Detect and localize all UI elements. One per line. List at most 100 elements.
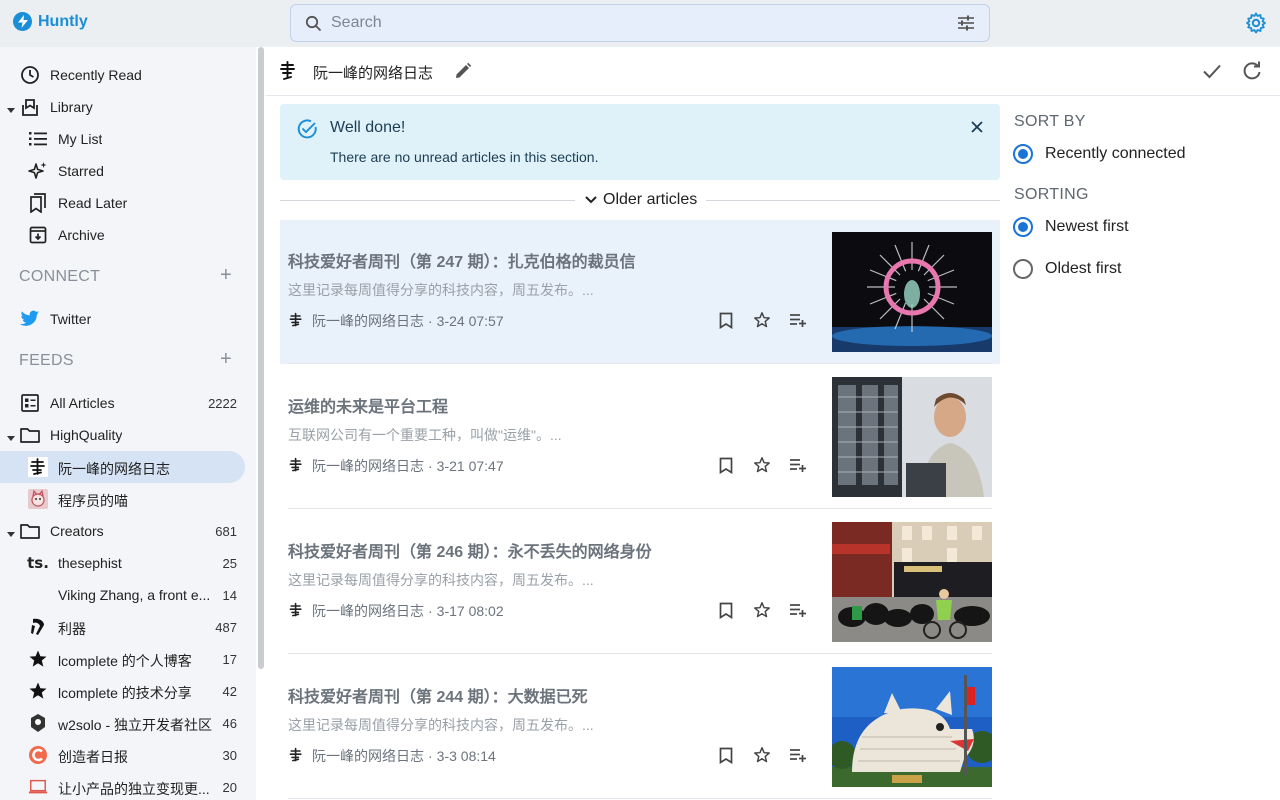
add-connect-button[interactable]: + xyxy=(220,264,232,287)
ruanyifeng-favicon-icon xyxy=(28,457,48,477)
add-to-list-icon[interactable] xyxy=(788,455,808,475)
feed-item-lcomplete-tech[interactable]: lcomplete 的技术分享 42 xyxy=(0,675,256,707)
article-title[interactable]: 科技爱好者周刊（第 247 期）：扎克伯格的裁员信 xyxy=(288,248,636,272)
sort-option-label: Oldest first xyxy=(1045,260,1122,277)
sidebar-item-read-later[interactable]: Read Later xyxy=(0,187,256,219)
sidebar-item-label: lcomplete 的技术分享 xyxy=(58,685,192,701)
article-thumbnail[interactable] xyxy=(832,377,992,497)
caret-down-icon[interactable] xyxy=(6,430,16,441)
folder-highquality[interactable]: HighQuality xyxy=(0,419,256,451)
sidebar-item-library[interactable]: Library xyxy=(0,91,256,123)
article-card[interactable]: 科技爱好者周刊（第 244 期）：大数据已死 这里记录每周值得分享的科技内容，周… xyxy=(280,655,1000,799)
article-title[interactable]: 科技爱好者周刊（第 246 期）：永不丢失的网络身份 xyxy=(288,538,652,562)
star-icon[interactable] xyxy=(752,600,772,620)
sidebar-item-label: Read Later xyxy=(58,195,128,211)
feed-item-programmer-cat[interactable]: 程序员的喵 xyxy=(0,483,256,515)
feed-item-thesephist[interactable]: ts. thesephist 25 xyxy=(0,547,256,579)
search-input[interactable] xyxy=(331,13,931,33)
meta-separator: · xyxy=(428,603,433,619)
sidebar-item-label: HighQuality xyxy=(50,427,123,443)
article-date: 3-21 07:47 xyxy=(436,458,504,474)
star-logo-icon xyxy=(28,649,48,669)
sidebar-item-recently-read[interactable]: Recently Read xyxy=(0,59,256,91)
feed-item-liqi[interactable]: 利器 487 xyxy=(0,611,256,643)
article-title[interactable]: 运维的未来是平台工程 xyxy=(288,393,448,417)
sidebar-item-starred[interactable]: Starred xyxy=(0,155,256,187)
sort-option-oldest-first[interactable]: Oldest first xyxy=(1013,259,1121,279)
settings-gear-icon[interactable] xyxy=(1245,12,1267,39)
feed-item-creator-daily[interactable]: 创造者日报 30 xyxy=(0,739,256,771)
star-icon[interactable] xyxy=(752,745,772,765)
bookmark-icon[interactable] xyxy=(716,745,736,765)
caret-down-icon[interactable] xyxy=(6,526,16,537)
sidebar-item-label: Twitter xyxy=(50,311,92,327)
edit-pencil-icon[interactable] xyxy=(454,62,472,85)
liqi-logo-icon xyxy=(28,617,48,637)
article-thumbnail[interactable] xyxy=(832,522,992,642)
article-source: 阮一峰的网络日志 xyxy=(312,748,424,764)
ruanyifeng-favicon-icon xyxy=(288,312,304,331)
unread-count: 20 xyxy=(222,780,237,795)
library-icon xyxy=(20,97,40,117)
close-icon[interactable] xyxy=(970,120,984,139)
add-to-list-icon[interactable] xyxy=(788,310,808,330)
older-articles-toggle[interactable]: Older articles xyxy=(585,191,697,209)
article-meta: 阮一峰的网络日志 · 3-3 08:14 xyxy=(288,746,496,766)
sidebar-item-my-list[interactable]: My List xyxy=(0,123,256,155)
sort-option-label: Newest first xyxy=(1045,218,1129,235)
sort-option-newest-first[interactable]: Newest first xyxy=(1013,217,1129,237)
feed-item-w2solo[interactable]: w2solo - 独立开发者社区 46 xyxy=(0,707,256,739)
article-card[interactable]: 科技爱好者周刊（第 247 期）：扎克伯格的裁员信 这里记录每周值得分享的科技内… xyxy=(280,220,1000,364)
ruanyifeng-favicon-icon xyxy=(288,457,304,476)
sidebar-item-label: Archive xyxy=(58,227,105,243)
feed-item-viking-zhang[interactable]: Viking Zhang, a front e... 14 xyxy=(0,579,256,611)
caret-down-icon[interactable] xyxy=(6,102,16,113)
article-card[interactable]: 运维的未来是平台工程 互联网公司有一个重要工种，叫做"运维"。... 阮一峰的网… xyxy=(280,365,1000,509)
sidebar-item-all-articles[interactable]: All Articles 2222 xyxy=(0,387,256,419)
folder-creators[interactable]: Creators 681 xyxy=(0,515,256,547)
radio-selected[interactable] xyxy=(1013,144,1033,164)
add-to-list-icon[interactable] xyxy=(788,600,808,620)
unread-count: 2222 xyxy=(208,396,237,411)
feed-item-indie-product[interactable]: 让小产品的独立变现更... 20 xyxy=(0,771,256,800)
bookmark-icon[interactable] xyxy=(716,455,736,475)
brand[interactable]: Huntly xyxy=(13,12,88,31)
star-icon[interactable] xyxy=(752,310,772,330)
article-thumbnail[interactable] xyxy=(832,232,992,352)
radio-unselected[interactable] xyxy=(1013,259,1033,279)
sidebar-item-label: Starred xyxy=(58,163,104,179)
divider-line xyxy=(280,200,575,201)
feed-item-lcomplete-blog[interactable]: lcomplete 的个人博客 17 xyxy=(0,643,256,675)
clock-icon xyxy=(20,65,40,85)
sorting-heading: SORTING xyxy=(1014,186,1089,203)
article-title[interactable]: 科技爱好者周刊（第 244 期）：大数据已死 xyxy=(288,683,588,707)
refresh-icon[interactable] xyxy=(1241,60,1263,87)
add-feed-button[interactable]: + xyxy=(220,348,232,371)
star-icon[interactable] xyxy=(752,455,772,475)
sidebar-scrollbar[interactable] xyxy=(258,47,264,669)
add-to-list-icon[interactable] xyxy=(788,745,808,765)
sidebar-item-twitter[interactable]: Twitter xyxy=(0,303,256,335)
notice-text: There are no unread articles in this sec… xyxy=(330,149,599,165)
bookmark-icon[interactable] xyxy=(716,600,736,620)
sidebar-item-label: Viking Zhang, a front e... xyxy=(58,587,211,603)
ruanyifeng-favicon-icon xyxy=(288,602,304,621)
filter-tune-icon[interactable] xyxy=(957,15,975,36)
sidebar-item-archive[interactable]: Archive xyxy=(0,219,256,251)
radio-selected[interactable] xyxy=(1013,217,1033,237)
article-thumbnail[interactable] xyxy=(832,667,992,787)
bookmark-icon[interactable] xyxy=(716,310,736,330)
all-read-notice: Well done! There are no unread articles … xyxy=(280,104,1000,180)
sidebar-item-label: 让小产品的独立变现更... xyxy=(58,781,210,797)
sidebar-item-label: Recently Read xyxy=(50,67,142,83)
top-bar: Huntly xyxy=(0,0,1280,47)
sidebar-item-label: 创造者日报 xyxy=(58,749,128,765)
feed-item-ruanyifeng[interactable]: 阮一峰的网络日志 xyxy=(0,451,256,483)
meta-separator: · xyxy=(428,748,433,764)
folder-icon xyxy=(20,521,40,541)
success-check-icon xyxy=(296,118,318,145)
mark-read-check-icon[interactable] xyxy=(1201,60,1223,87)
sort-option-recently-connected[interactable]: Recently connected xyxy=(1013,144,1186,164)
search-bar[interactable] xyxy=(290,4,990,42)
article-card[interactable]: 科技爱好者周刊（第 246 期）：永不丢失的网络身份 这里记录每周值得分享的科技… xyxy=(280,510,1000,654)
